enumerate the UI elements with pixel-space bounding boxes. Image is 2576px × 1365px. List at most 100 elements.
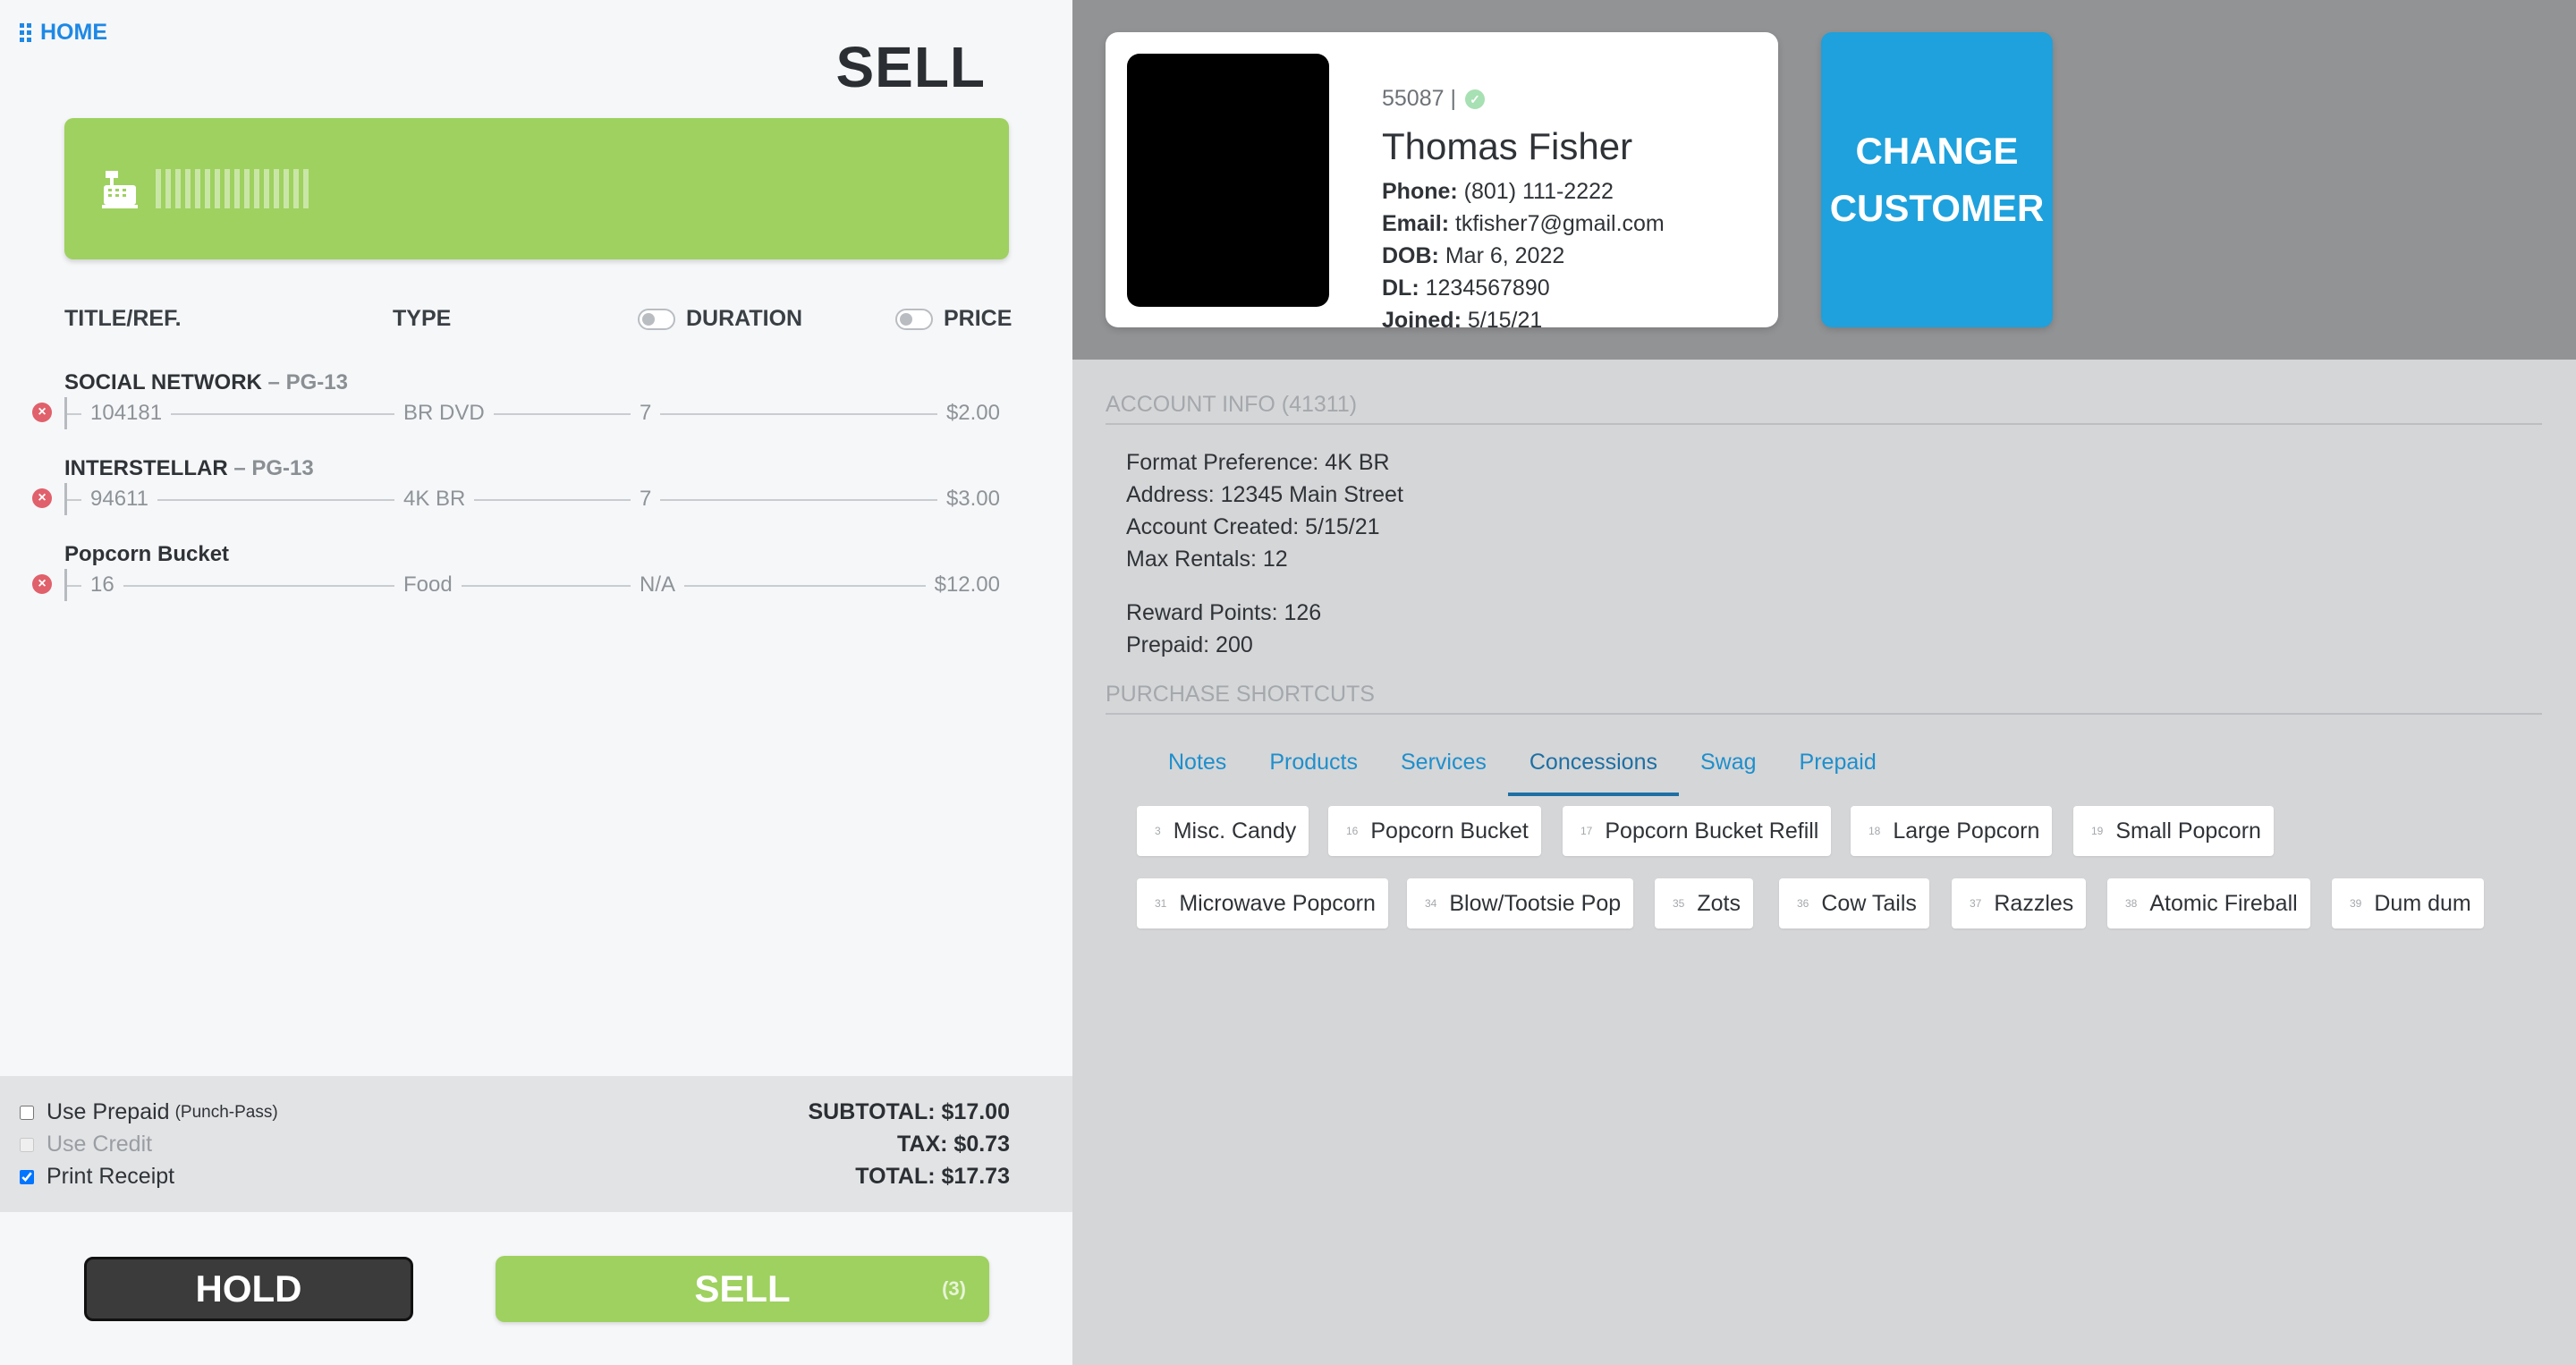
- shortcut-chip[interactable]: 16 Popcorn Bucket: [1328, 806, 1541, 856]
- item-title: SOCIAL NETWORK – PG-13: [64, 370, 348, 394]
- item-title: INTERSTELLAR – PG-13: [64, 456, 314, 480]
- tab-concessions[interactable]: Concessions: [1507, 742, 1679, 796]
- page-title: SELL: [835, 35, 986, 99]
- item-fields: 104181 BR DVD 7 $2.00: [64, 397, 1009, 429]
- use-credit-label: Use Credit: [47, 1132, 153, 1157]
- total: TOTAL: $17.73: [855, 1164, 1010, 1189]
- change-customer-button[interactable]: CHANGE CUSTOMER: [1821, 32, 2053, 327]
- customer-panel: 55087 | ✓ Thomas Fisher Phone: (801) 111…: [1072, 0, 2576, 1365]
- account-info-title: ACCOUNT INFO (41311): [1106, 392, 2542, 425]
- item-type: Food: [394, 572, 462, 598]
- customer-email: Email: tkfisher7@gmail.com: [1382, 211, 1665, 236]
- item-rating: – PG-13: [261, 370, 348, 394]
- remove-icon[interactable]: ×: [32, 403, 52, 422]
- remove-icon[interactable]: ×: [32, 488, 52, 508]
- item-ref: 104181: [81, 401, 172, 426]
- tab-products[interactable]: Products: [1248, 742, 1379, 796]
- column-price: PRICE: [895, 306, 1012, 332]
- item-fields: 94611 4K BR 7 $3.00: [64, 483, 1009, 515]
- account-created: Account Created: 5/15/21: [1126, 514, 1380, 539]
- reward-points: Reward Points: 126: [1126, 600, 1322, 625]
- verified-check-icon: ✓: [1464, 89, 1485, 109]
- use-credit-checkbox: [20, 1137, 34, 1152]
- max-rentals: Max Rentals: 12: [1126, 547, 1288, 572]
- item-ref: 94611: [81, 487, 157, 512]
- prepaid-balance: Prepaid: 200: [1126, 632, 1253, 657]
- customer-photo: [1127, 54, 1329, 307]
- shortcut-chip[interactable]: 17 Popcorn Bucket Refill: [1563, 806, 1832, 856]
- item-rating: – PG-13: [227, 456, 314, 480]
- use-prepaid-label: Use Prepaid: [47, 1099, 170, 1124]
- totals-band: Use Prepaid (Punch-Pass) Use Credit Prin…: [0, 1076, 1072, 1212]
- cash-register-icon: [102, 171, 138, 208]
- tab-notes[interactable]: Notes: [1147, 742, 1248, 796]
- hold-button[interactable]: HOLD: [84, 1257, 413, 1321]
- shortcut-chip[interactable]: 38 Atomic Fireball: [2107, 878, 2310, 928]
- item-fields: 16 Food N/A $12.00: [64, 569, 1009, 601]
- item-type: 4K BR: [394, 487, 475, 512]
- shortcut-chip[interactable]: 39 Dum dum: [2332, 878, 2484, 928]
- customer-dob: DOB: Mar 6, 2022: [1382, 243, 1565, 268]
- sell-item-count: (3): [942, 1277, 966, 1300]
- line-item: × Popcorn Bucket 16 Food N/A $12.00: [0, 542, 1072, 628]
- customer-phone: Phone: (801) 111-2222: [1382, 179, 1614, 204]
- purchase-shortcuts-title: PURCHASE SHORTCUTS: [1106, 682, 2542, 715]
- tab-swag[interactable]: Swag: [1679, 742, 1778, 796]
- sell-button[interactable]: SELL (3): [496, 1256, 989, 1322]
- column-title: TITLE/REF.: [64, 306, 182, 331]
- item-title: Popcorn Bucket: [64, 542, 230, 566]
- shortcut-chip[interactable]: 34 Blow/Tootsie Pop: [1407, 878, 1634, 928]
- column-price-label: PRICE: [944, 306, 1013, 331]
- customer-dl: DL: 1234567890: [1382, 276, 1550, 301]
- shortcut-chip[interactable]: 18 Large Popcorn: [1851, 806, 2053, 856]
- use-prepaid-checkbox[interactable]: [20, 1105, 34, 1120]
- home-label: HOME: [40, 20, 107, 45]
- tab-prepaid[interactable]: Prepaid: [1778, 742, 1898, 796]
- tax: TAX: $0.73: [897, 1132, 1010, 1157]
- format-preference: Format Preference: 4K BR: [1126, 450, 1390, 475]
- shortcut-chip[interactable]: 3 Misc. Candy: [1137, 806, 1309, 856]
- customer-id: 55087 | ✓: [1382, 86, 1485, 112]
- use-credit-option: Use Credit: [20, 1132, 152, 1157]
- duration-toggle[interactable]: [638, 308, 675, 330]
- item-ref: 16: [81, 572, 123, 598]
- shortcut-chip[interactable]: 37 Razzles: [1952, 878, 2087, 928]
- item-price[interactable]: $2.00: [936, 401, 1009, 426]
- shortcut-chip[interactable]: 31 Microwave Popcorn: [1137, 878, 1388, 928]
- use-prepaid-note: (Punch-Pass): [174, 1102, 278, 1122]
- remove-icon[interactable]: ×: [32, 574, 52, 594]
- item-duration[interactable]: 7: [631, 401, 661, 426]
- use-prepaid-option[interactable]: Use Prepaid (Punch-Pass): [20, 1099, 278, 1125]
- home-link[interactable]: HOME: [20, 20, 107, 46]
- sell-button-label: SELL: [694, 1268, 791, 1310]
- print-receipt-label: Print Receipt: [47, 1164, 175, 1189]
- customer-card: 55087 | ✓ Thomas Fisher Phone: (801) 111…: [1106, 32, 1778, 333]
- customer-header: 55087 | ✓ Thomas Fisher Phone: (801) 111…: [1072, 0, 2576, 360]
- column-type: TYPE: [393, 306, 452, 331]
- line-item: × INTERSTELLAR – PG-13 94611 4K BR 7 $3.…: [0, 456, 1072, 542]
- item-price[interactable]: $12.00: [925, 572, 1009, 598]
- item-duration[interactable]: 7: [631, 487, 661, 512]
- sell-panel: HOME SELL TITLE/REF. TYPE DURATION PRICE…: [0, 0, 1072, 1365]
- address: Address: 12345 Main Street: [1126, 482, 1403, 507]
- shortcut-tabs: Notes Products Services Concessions Swag…: [1147, 742, 1898, 796]
- customer-joined: Joined: 5/15/21: [1382, 308, 1543, 333]
- barcode-icon: [156, 169, 309, 208]
- customer-name: Thomas Fisher: [1382, 125, 1633, 167]
- grid-icon: [20, 23, 31, 42]
- tab-services[interactable]: Services: [1379, 742, 1508, 796]
- line-item: × SOCIAL NETWORK – PG-13 104181 BR DVD 7…: [0, 370, 1072, 456]
- shortcut-chip[interactable]: 36 Cow Tails: [1779, 878, 1929, 928]
- scan-input-bar[interactable]: [64, 118, 1009, 259]
- column-duration-label: DURATION: [686, 306, 803, 331]
- column-duration: DURATION: [638, 306, 802, 332]
- print-receipt-checkbox[interactable]: [20, 1169, 34, 1184]
- price-toggle[interactable]: [895, 308, 933, 330]
- shortcut-chip[interactable]: 35 Zots: [1655, 878, 1753, 928]
- print-receipt-option[interactable]: Print Receipt: [20, 1164, 174, 1190]
- shortcut-chip[interactable]: 19 Small Popcorn: [2073, 806, 2274, 856]
- item-type: BR DVD: [394, 401, 494, 426]
- item-price[interactable]: $3.00: [936, 487, 1009, 512]
- item-duration[interactable]: N/A: [631, 572, 685, 598]
- subtotal: SUBTOTAL: $17.00: [808, 1099, 1010, 1124]
